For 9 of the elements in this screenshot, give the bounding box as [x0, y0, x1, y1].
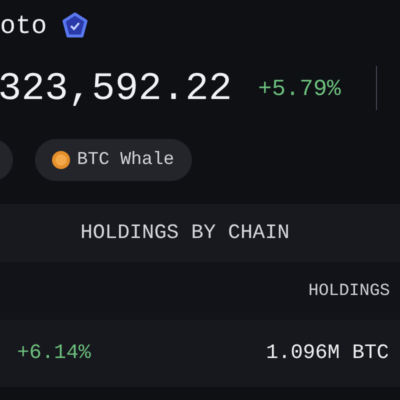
- section-title: HOLDINGS BY CHAIN: [0, 204, 400, 262]
- balance-amount: 323,592.22: [0, 67, 232, 111]
- coin-icon: [51, 150, 71, 170]
- balance-change: +5.79%: [258, 76, 341, 102]
- holdings-cell: 1.096M BTC: [266, 342, 389, 365]
- tag-chip[interactable]: BTC Whale: [35, 139, 192, 181]
- column-header[interactable]: HOLDINGS: [308, 282, 390, 300]
- profile-name: oto: [0, 11, 47, 41]
- change-cell: +6.14%: [17, 342, 91, 365]
